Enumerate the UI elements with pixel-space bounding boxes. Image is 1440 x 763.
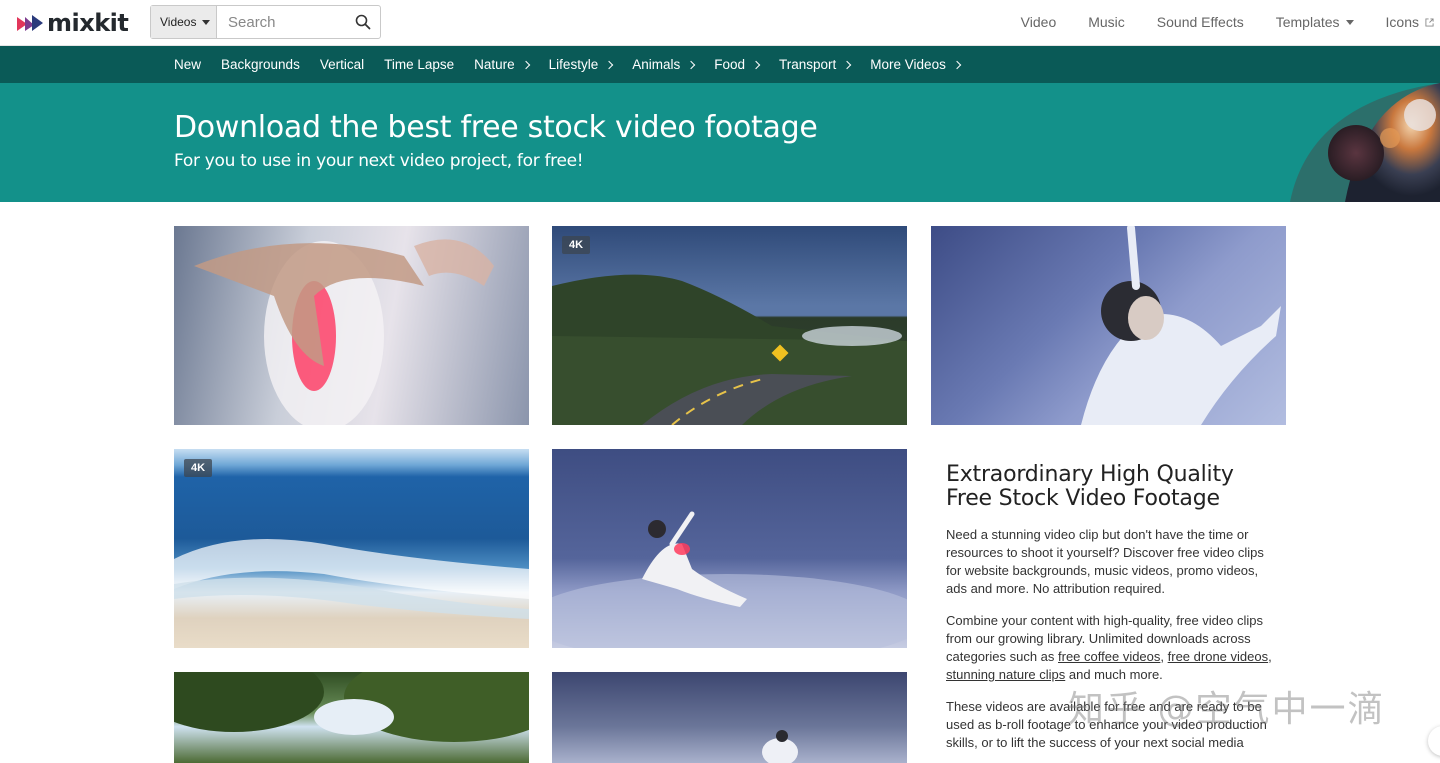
resolution-badge-4k: 4K (562, 236, 591, 254)
section-title: Extraordinary High Quality Free Stock Vi… (946, 462, 1234, 511)
hero-subtitle: For you to use in your next video projec… (174, 151, 584, 171)
category-backgrounds[interactable]: Backgrounds (221, 57, 300, 72)
category-animals[interactable]: Animals (632, 57, 696, 72)
video-thumbnail[interactable] (931, 226, 1286, 425)
nav-music-label: Music (1088, 14, 1125, 30)
nav-icons[interactable]: Icons (1386, 14, 1434, 30)
nav-sound-effects[interactable]: Sound Effects (1157, 14, 1244, 30)
category-label: Vertical (319, 57, 365, 72)
nav-video-label: Video (1020, 14, 1057, 30)
thumbnail-image (762, 730, 798, 763)
category-time-lapse[interactable]: Time Lapse (384, 57, 454, 72)
link-stunning-nature-clips[interactable]: stunning nature clips (946, 667, 1065, 682)
resolution-badge-4k: 4K (184, 459, 213, 477)
hero-title: Download the best free stock video foota… (174, 110, 818, 145)
category-label: Backgrounds (221, 57, 300, 72)
logo-icon (17, 15, 43, 31)
paragraph-2: Combine your content with high-quality, … (946, 613, 1272, 682)
logo-wordmark: mixkit (47, 9, 129, 37)
category-transport[interactable]: Transport (779, 57, 852, 72)
watermark-text: 知乎 @空气中一滴 (1068, 689, 1386, 730)
category-label: Transport (779, 57, 837, 72)
category-label: Nature (474, 57, 515, 72)
search-icon[interactable] (355, 14, 371, 30)
search-category-select[interactable]: Videos (151, 6, 217, 38)
floating-action-button[interactable] (1428, 726, 1440, 756)
category-label: Lifestyle (548, 57, 599, 72)
category-vertical[interactable]: Vertical (320, 57, 364, 72)
nav-music[interactable]: Music (1088, 14, 1125, 30)
category-bar: New Backgrounds Vertical Time Lapse Natu… (0, 46, 1440, 83)
chevron-right-icon (751, 60, 761, 70)
chevron-right-icon (521, 60, 530, 70)
category-label: More Videos (870, 57, 946, 72)
category-lifestyle[interactable]: Lifestyle (548, 57, 614, 72)
chevron-right-icon (843, 60, 852, 70)
nav-icons-label: Icons (1385, 14, 1419, 30)
top-header: mixkit Videos Video Music Sound Effects … (0, 0, 1440, 46)
category-label: Animals (632, 57, 681, 72)
hero-decoration-image (1290, 83, 1440, 202)
chevron-right-icon (686, 60, 696, 70)
link-free-coffee-videos[interactable]: free coffee videos (1058, 649, 1160, 664)
thumbnail-image (552, 511, 907, 648)
category-label: Time Lapse (384, 57, 455, 72)
thumbnail-image (174, 672, 529, 742)
video-thumbnail[interactable] (174, 226, 529, 425)
category-label: New (174, 57, 202, 72)
category-new[interactable]: New (174, 57, 201, 72)
video-thumbnail[interactable] (174, 672, 529, 763)
top-nav: Video Music Sound Effects Templates Icon… (989, 0, 1434, 44)
thumbnail-image (552, 274, 907, 425)
nav-templates[interactable]: Templates (1276, 14, 1354, 30)
paragraph-1: Need a stunning video clip but don't hav… (946, 527, 1264, 596)
video-thumbnail[interactable] (552, 672, 907, 763)
thumbnail-image (1081, 226, 1281, 425)
thumbnail-image (174, 539, 529, 619)
video-thumbnail[interactable]: 4K (174, 449, 529, 648)
link-free-drone-videos[interactable]: free drone videos (1168, 649, 1268, 664)
external-link-icon (1425, 17, 1434, 27)
chevron-down-icon (1345, 19, 1354, 25)
video-thumbnail[interactable]: 4K (552, 226, 907, 425)
video-thumbnail[interactable] (552, 449, 907, 648)
chevron-down-icon (202, 19, 211, 25)
search-input[interactable] (217, 6, 345, 38)
nav-templates-label: Templates (1275, 14, 1340, 30)
category-nature[interactable]: Nature (474, 57, 530, 72)
nav-video[interactable]: Video (1021, 14, 1057, 30)
chevron-right-icon (952, 60, 962, 70)
category-food[interactable]: Food (714, 57, 761, 72)
category-label: Food (714, 57, 745, 72)
nav-sound-effects-label: Sound Effects (1156, 14, 1244, 30)
mixkit-logo[interactable]: mixkit (17, 9, 129, 37)
chevron-right-icon (604, 60, 614, 70)
hero-banner: Download the best free stock video foota… (0, 83, 1440, 202)
search-bar: Videos (150, 5, 381, 39)
thumbnail-image (194, 239, 494, 425)
search-category-label: Videos (160, 15, 197, 29)
category-more-videos[interactable]: More Videos (870, 57, 962, 72)
